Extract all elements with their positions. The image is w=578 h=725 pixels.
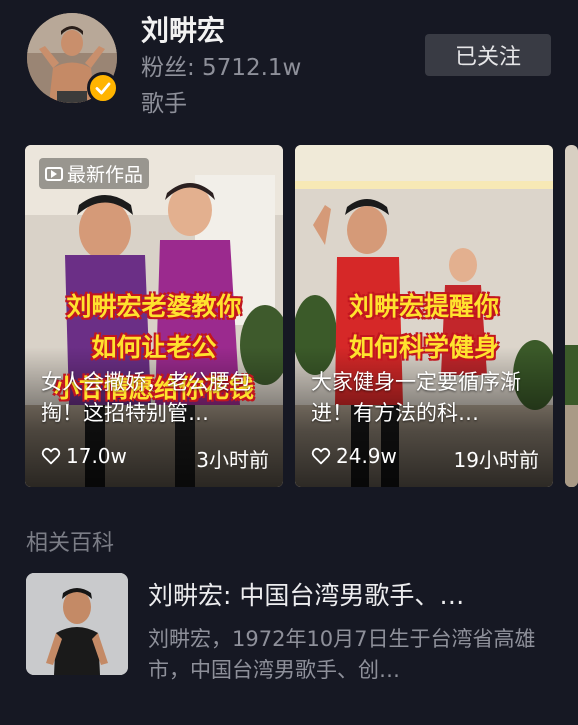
post-time: 19小时前	[453, 448, 539, 472]
section-label-related-baike: 相关百科	[26, 531, 115, 556]
video-card[interactable]: 刘畊宏提醒你 如何科学健身 大家健身一定要循序渐进！有方法的科… 24.9w 1…	[295, 145, 553, 487]
heart-outline-icon	[311, 447, 331, 465]
badge-label: 最新作品	[67, 164, 144, 186]
baike-image	[26, 573, 128, 675]
heart-outline-icon	[41, 447, 61, 465]
overlay-line: 如何科学健身	[348, 333, 499, 362]
verified-badge	[87, 72, 119, 104]
post-time: 3小时前	[196, 448, 269, 472]
video-thumbnail	[565, 145, 578, 487]
fans-count: 粉丝: 5712.1w	[141, 55, 302, 81]
like-count-value: 24.9w	[336, 444, 397, 468]
profile-title: 歌手	[141, 91, 187, 117]
video-card[interactable]: 最新作品 刘畊宏老婆教你 如何让老公 小甘情愿给你花钱 女人会撒娇，老公腰包掏！…	[25, 145, 283, 487]
baike-thumbnail[interactable]	[26, 573, 128, 675]
overlay-line: 刘畊宏提醒你	[348, 292, 499, 321]
video-caption: 大家健身一定要循序渐进！有方法的科…	[311, 370, 521, 425]
verified-check-icon	[95, 82, 111, 95]
baike-title[interactable]: 刘畊宏: 中国台湾男歌手、…	[148, 576, 548, 612]
baike-description: 刘畊宏，1972年10月7日生于台湾省高雄市，中国台湾男歌手、创…	[148, 627, 536, 682]
latest-work-badge: 最新作品	[39, 158, 150, 189]
video-caption: 女人会撒娇，老公腰包掏！这招特别管…	[41, 370, 251, 425]
like-count-value: 17.0w	[66, 444, 127, 468]
overlay-line: 如何让老公	[91, 333, 217, 362]
following-button[interactable]: 已关注	[425, 34, 551, 76]
profile-name[interactable]: 刘畊宏	[141, 9, 225, 49]
like-count: 24.9w	[311, 444, 397, 468]
video-play-icon	[45, 166, 63, 181]
video-card-partial[interactable]	[565, 145, 578, 487]
overlay-line: 刘畊宏老婆教你	[66, 292, 242, 321]
like-count: 17.0w	[41, 444, 127, 468]
